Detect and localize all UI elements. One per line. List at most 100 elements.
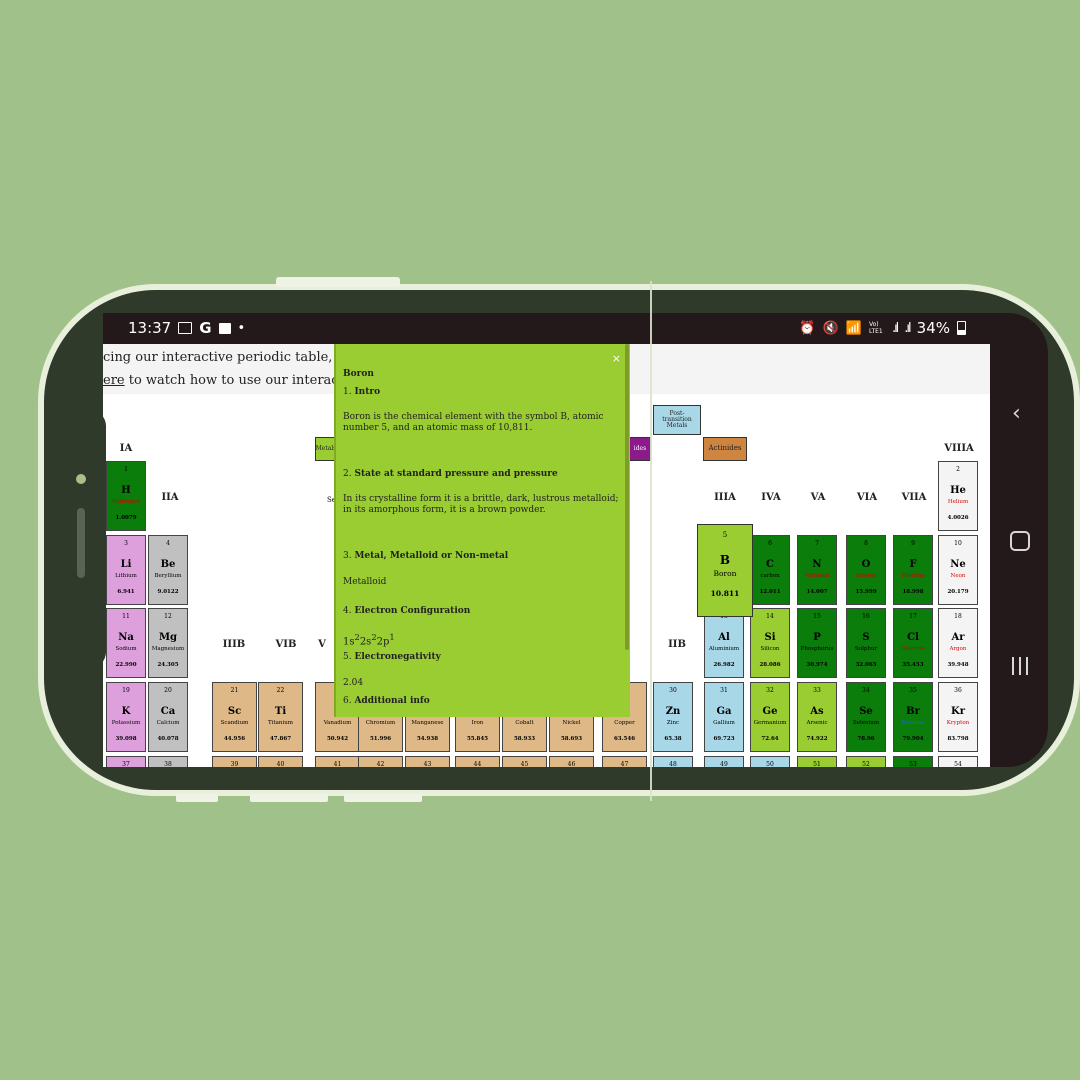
element-cell-r45[interactable]: 45 [502,756,547,767]
element-name: Gallium [713,720,735,726]
element-name: Manganese [411,720,444,726]
element-cell-ca[interactable]: 20 Ca Calcium 40.078 [148,682,188,752]
back-icon[interactable]: ‹ [1012,401,1021,426]
element-symbol: F [909,559,917,570]
atomic-mass: 63.546 [613,736,636,742]
element-cell-zn[interactable]: 30 Zn Zinc 65.38 [653,682,693,752]
element-cell-se[interactable]: 34 Se Selenium 78.96 [846,682,886,752]
element-cell-s[interactable]: 16 S Sulphur 32.065 [846,608,886,678]
element-cell-kr[interactable]: 36 Kr Krypton 83.798 [938,682,978,752]
element-cell-r38[interactable]: 38 [148,756,188,767]
element-name: Nitrogen [804,573,830,579]
atomic-mass: 72.64 [761,736,779,742]
watch-video-link[interactable]: ere [103,373,125,388]
atomic-mass: 14.007 [806,589,828,595]
element-cell-cl[interactable]: 17 Cl Chlorine 35.453 [893,608,933,678]
group-vib: VIB [275,639,297,650]
element-cell-al[interactable]: 13AlAluminium26.982 [704,608,744,678]
element-symbol: Na [118,632,134,643]
element-cell-br[interactable]: 35 Br Bromine 79.904 [893,682,933,752]
element-cell-boron[interactable]: 5 B Boron 10.811 [697,524,753,617]
atomic-number: 48 [669,761,677,767]
element-cell-na[interactable]: 11 Na Sodium 22.990 [106,608,146,678]
intro-line-1: cing our interactive periodic table, cre… [103,350,371,365]
alarm-icon: ⏰ [799,320,816,336]
element-cell-o[interactable]: 8 O Oxygen 15.999 [846,535,886,605]
atomic-number: 5 [722,531,728,539]
element-cell-he[interactable]: 2 He Helium 4.0026 [938,461,978,531]
atomic-mass: 74.922 [806,736,828,742]
element-cell-r54[interactable]: 54 [938,756,978,767]
element-cell-ga[interactable]: 31 Ga Gallium 69.723 [704,682,744,752]
s2-num: 2. [343,469,355,479]
atomic-mass: 10.811 [710,589,740,598]
element-cell-r53[interactable]: 53 [893,756,933,767]
element-cell-h[interactable]: 1 H Hydrogen 1.0079 [106,461,146,531]
element-name: Vanadium [323,720,352,726]
element-cell-ar[interactable]: 18 Ar Argon 39.948 [938,608,978,678]
dialog-scrollbar[interactable] [625,344,629,650]
element-cell-r52[interactable]: 52 [846,756,886,767]
element-cell-as[interactable]: 33 As Arsenic 74.922 [797,682,837,752]
element-name: Neon [950,573,966,579]
element-symbol: S [862,632,870,643]
s1-heading: Intro [354,387,381,397]
s3-body: Metalloid [343,577,387,587]
element-name: Krypton [946,720,970,726]
element-cell-r41[interactable]: 41 [315,756,360,767]
atomic-number: 8 [864,540,868,547]
group-iia: IIA [161,492,179,503]
element-name: Zinc [666,720,680,726]
element-symbol: P [813,632,821,643]
element-cell-r42[interactable]: 42 [358,756,403,767]
atomic-number: 4 [166,540,170,547]
element-cell-be[interactable]: 4 Be Beryllium 9.0122 [148,535,188,605]
element-name: carbon [760,573,780,579]
element-cell-r44[interactable]: 44 [455,756,500,767]
element-name: Selenium [852,720,880,726]
atomic-mass: 28.086 [759,662,781,668]
element-cell-sc[interactable]: 21 Sc Scandium 44.956 [212,682,257,752]
element-cell-k[interactable]: 19 K Potassium 39.098 [106,682,146,752]
element-cell-r50[interactable]: 50 [750,756,790,767]
network-label: Vo) LTE1 [868,321,883,335]
element-cell-f[interactable]: 9 F Fluorine 18.998 [893,535,933,605]
element-cell-si[interactable]: 14 Si Silicon 28.086 [750,608,790,678]
element-cell-ti[interactable]: 22 Ti Titanium 47.867 [258,682,303,752]
element-cell-r46[interactable]: 46 [549,756,594,767]
atomic-number: 39 [230,761,239,767]
legend-lanthanides[interactable]: ides [629,437,651,461]
element-cell-p[interactable]: 15 P Phosphorus 30.974 [797,608,837,678]
element-name: Iron [471,720,484,726]
atomic-mass: 15.999 [855,589,877,595]
s1-num: 1. [343,387,355,397]
group-iiib: IIIB [222,639,246,650]
atomic-number: 52 [862,761,870,767]
element-cell-r47[interactable]: 47 [602,756,647,767]
element-cell-r49[interactable]: 49 [704,756,744,767]
close-icon[interactable]: × [612,352,621,365]
element-name: Sulphur [854,646,878,652]
element-cell-r37[interactable]: 37 [106,756,146,767]
element-cell-r48[interactable]: 48 [653,756,693,767]
element-cell-li[interactable]: 3 Li Lithium 6.941 [106,535,146,605]
element-cell-r40[interactable]: 40 [258,756,303,767]
legend-actinides[interactable]: Actinides [703,437,747,461]
element-cell-r51[interactable]: 51 [797,756,837,767]
element-cell-r43[interactable]: 43 [405,756,450,767]
legend-post-transition[interactable]: Post-transition Metals [653,405,701,435]
element-cell-n[interactable]: 7 N Nitrogen 14.007 [797,535,837,605]
element-name: Cobalt [515,720,534,726]
element-symbol: As [810,706,824,717]
element-cell-ne[interactable]: 10 Ne Neon 20.179 [938,535,978,605]
legend-actinides-label: Actinides [708,444,742,453]
home-icon[interactable] [1010,531,1030,551]
element-cell-r39[interactable]: 39 [212,756,257,767]
element-cell-ge[interactable]: 32 Ge Germanium 72.64 [750,682,790,752]
element-cell-mg[interactable]: 12 Mg Magnesium 24.305 [148,608,188,678]
s4-heading: Electron Configuration [354,606,471,616]
atomic-mass: 26.982 [713,662,735,668]
atomic-number: 33 [813,687,821,694]
element-cell-c[interactable]: 6 Ccarbon 12.011 [750,535,790,605]
element-name: Phosphorus [800,646,834,652]
